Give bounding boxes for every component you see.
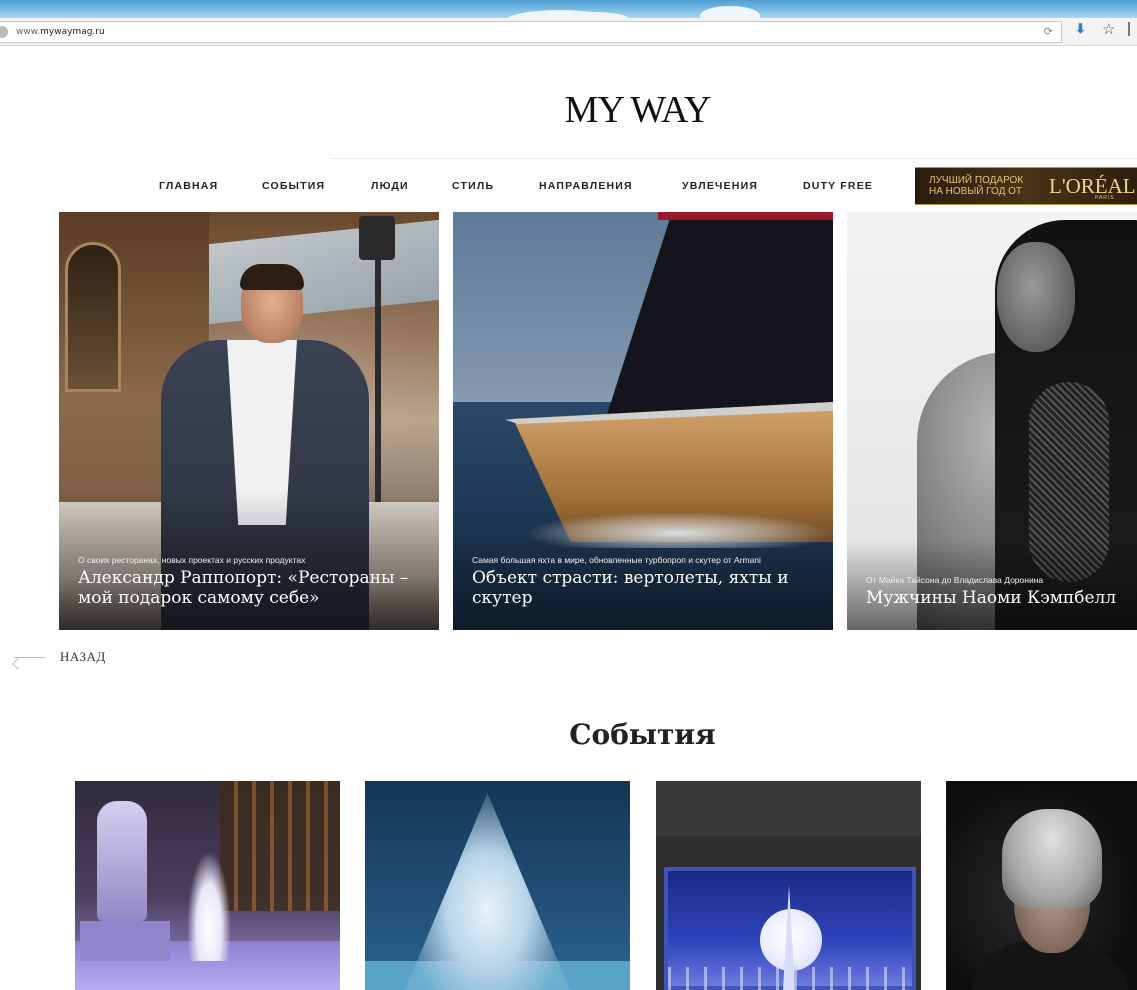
slide-photo bbox=[359, 216, 395, 260]
bookmarks-menu-icon[interactable] bbox=[1128, 22, 1137, 36]
event-photo bbox=[1002, 809, 1102, 909]
site-logo[interactable]: MY WAY bbox=[0, 88, 1137, 132]
ad-text: ЛУЧШИЙ ПОДАРОК НА НОВЫЙ ГОД ОТ bbox=[929, 175, 1024, 197]
slide-photo bbox=[658, 212, 833, 220]
url-text: www.mywaymag.ru bbox=[16, 27, 105, 37]
event-card-2[interactable] bbox=[365, 781, 630, 990]
slide-kicker: От Майка Тайсона до Владислава Доронина bbox=[866, 575, 1044, 585]
slide-headline[interactable]: Александр Раппопорт: «Рестораны – мой по… bbox=[78, 568, 423, 608]
back-link[interactable]: НАЗАД bbox=[14, 649, 106, 665]
event-photo bbox=[80, 921, 170, 961]
back-label: НАЗАД bbox=[60, 649, 106, 664]
slide-caption: О своих ресторанах, новых проектах и рус… bbox=[78, 555, 423, 608]
site-identity-icon[interactable] bbox=[0, 26, 8, 38]
slide-photo bbox=[997, 242, 1075, 352]
header-divider bbox=[330, 158, 1137, 159]
hero-slide-1[interactable]: О своих ресторанах, новых проектах и рус… bbox=[59, 212, 439, 630]
main-nav: ГЛАВНАЯ СОБЫТИЯ ЛЮДИ СТИЛЬ НАПРАВЛЕНИЯ У… bbox=[0, 180, 900, 196]
nav-item-style[interactable]: СТИЛЬ bbox=[452, 180, 494, 192]
event-card-1[interactable] bbox=[75, 781, 340, 990]
event-photo bbox=[187, 851, 231, 961]
slide-kicker: О своих ресторанах, новых проектах и рус… bbox=[78, 555, 306, 565]
desktop-wallpaper bbox=[700, 6, 760, 18]
event-photo bbox=[656, 781, 921, 836]
reload-icon[interactable]: ⟳ bbox=[1044, 25, 1053, 38]
event-photo bbox=[220, 781, 340, 911]
hero-slide-3[interactable]: От Майка Тайсона до Владислава Доронина … bbox=[847, 212, 1137, 630]
slide-photo bbox=[603, 212, 833, 427]
nav-item-hobbies[interactable]: УВЛЕЧЕНИЯ bbox=[682, 180, 758, 192]
nav-item-people[interactable]: ЛЮДИ bbox=[371, 180, 409, 192]
arrow-left-icon bbox=[14, 656, 46, 658]
event-card-3[interactable] bbox=[656, 781, 921, 990]
nav-item-home[interactable]: ГЛАВНАЯ bbox=[159, 180, 218, 192]
nav-item-directions[interactable]: НАПРАВЛЕНИЯ bbox=[539, 180, 633, 192]
download-arrow-icon[interactable]: ⬇ bbox=[1075, 21, 1086, 37]
slide-headline[interactable]: Объект страсти: вертолеты, яхты и скутер bbox=[472, 568, 817, 608]
nav-item-duty-free[interactable]: DUTY FREE bbox=[803, 180, 873, 192]
hero-slide-2[interactable]: Самая большая яхта в мире, обновленные т… bbox=[453, 212, 833, 630]
ad-brand-subtitle: PARIS bbox=[1095, 195, 1115, 201]
slide-headline[interactable]: Мужчины Наоми Кэмпбелл bbox=[866, 588, 1121, 608]
event-card-4[interactable] bbox=[946, 781, 1137, 990]
window-titlebar bbox=[0, 0, 1137, 18]
event-photo bbox=[97, 801, 147, 921]
event-photo bbox=[405, 793, 570, 990]
ad-banner[interactable]: ЛУЧШИЙ ПОДАРОК НА НОВЫЙ ГОД ОТ L'ORÉAL P… bbox=[915, 167, 1137, 205]
section-title: События bbox=[569, 718, 716, 751]
browser-toolbar: www.mywaymag.ru ⟳ bbox=[0, 18, 1137, 46]
slide-photo bbox=[65, 242, 121, 392]
event-photo bbox=[668, 967, 912, 990]
slide-caption: От Майка Тайсона до Владислава Доронина … bbox=[866, 575, 1121, 608]
ad-brand-logo: L'ORÉAL bbox=[1049, 174, 1136, 198]
slide-kicker: Самая большая яхта в мире, обновленные т… bbox=[472, 555, 761, 565]
slide-caption: Самая большая яхта в мире, обновленные т… bbox=[472, 555, 817, 608]
address-bar[interactable]: www.mywaymag.ru ⟳ bbox=[0, 21, 1062, 43]
nav-item-events[interactable]: СОБЫТИЯ bbox=[262, 180, 325, 192]
slide-photo bbox=[240, 264, 304, 290]
star-icon[interactable]: ☆ bbox=[1102, 20, 1115, 38]
